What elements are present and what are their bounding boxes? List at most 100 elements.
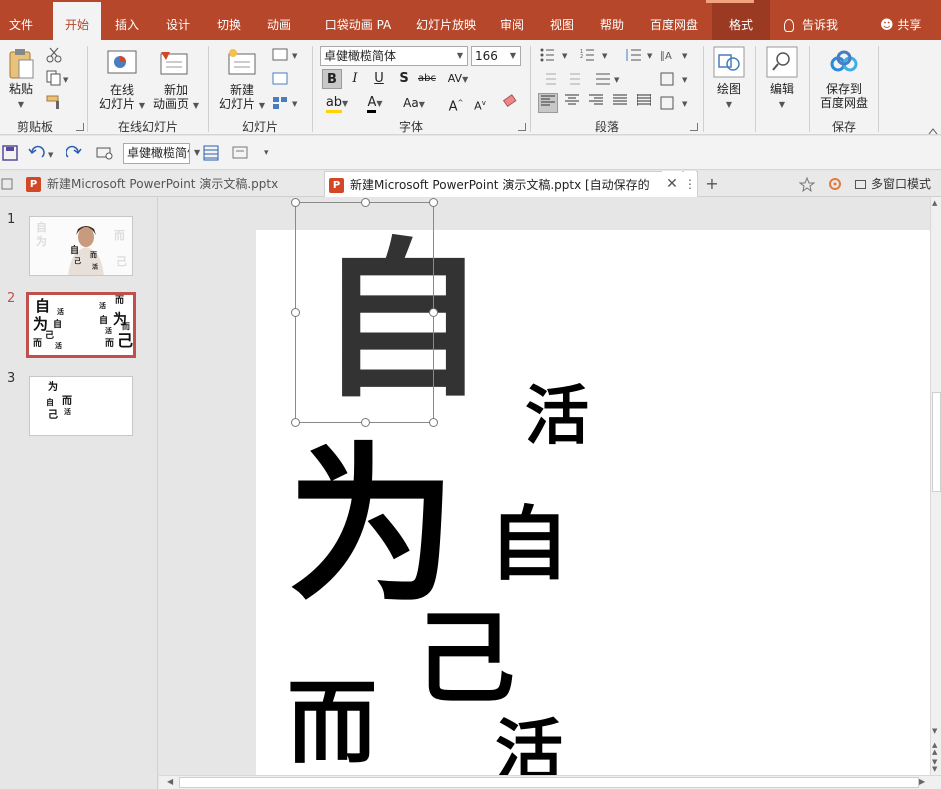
scroll-left-icon[interactable]: ◀ xyxy=(167,777,173,786)
italic-button[interactable]: I xyxy=(345,69,365,89)
font-name-combobox[interactable]: 卓健橄榄简体 ▼ xyxy=(320,46,468,66)
shadow-button[interactable]: S xyxy=(394,69,414,89)
horizontal-scrollbar[interactable]: ◀ ▶ xyxy=(159,775,941,789)
online-slides-button[interactable]: 在线 幻灯片 ▼ xyxy=(94,83,150,113)
resize-handle[interactable] xyxy=(429,198,438,207)
tab-insert[interactable]: 插入 xyxy=(105,0,149,40)
font-size-combobox[interactable]: 166 ▼ xyxy=(471,46,521,66)
scrollbar-thumb[interactable] xyxy=(932,392,941,492)
resize-handle[interactable] xyxy=(291,418,300,427)
new-tab-icon[interactable]: + xyxy=(703,171,721,197)
baidu-cloud-icon[interactable] xyxy=(828,50,860,78)
drawing-icon[interactable] xyxy=(713,46,745,78)
strikethrough-button[interactable]: abc xyxy=(417,69,437,89)
new-animation-page-button[interactable]: 新加 动画页 ▼ xyxy=(148,83,204,113)
resize-handle[interactable] xyxy=(291,308,300,317)
clear-formatting-icon[interactable] xyxy=(500,93,520,113)
editing-button[interactable]: 编辑 ▼ xyxy=(762,82,802,112)
justify-button[interactable] xyxy=(610,93,630,113)
settings-icon[interactable] xyxy=(826,171,844,197)
online-slides-icon[interactable] xyxy=(106,48,138,80)
slide-text-wei[interactable]: 为 xyxy=(287,442,457,612)
align-right-button[interactable] xyxy=(586,93,606,113)
text-direction-icon[interactable]: ∥A ▼ xyxy=(660,48,688,62)
hscrollbar-thumb[interactable] xyxy=(179,777,919,788)
slide-thumbnail-3[interactable]: 为 自 而 己 活 xyxy=(29,376,133,436)
customize-qat-icon[interactable]: ▾ xyxy=(264,145,280,161)
close-tab-icon[interactable]: ✕ xyxy=(662,171,682,197)
next-slide-icon[interactable]: ▼ ▼ xyxy=(932,759,937,773)
scroll-up-icon[interactable]: ▲ xyxy=(932,199,937,207)
doc-tab-1[interactable]: P 新建Microsoft PowerPoint 演示文稿.pptx xyxy=(24,171,322,197)
line-spacing-icon[interactable]: ▼ xyxy=(625,48,653,62)
resize-handle[interactable] xyxy=(361,198,370,207)
tab-help[interactable]: 帮助 xyxy=(590,0,634,40)
align-text-icon[interactable]: ▼ xyxy=(660,72,688,86)
increase-indent-icon[interactable] xyxy=(564,72,580,86)
slide-text-ji[interactable]: 己 xyxy=(415,609,515,709)
underline-button[interactable]: U xyxy=(369,69,389,89)
copy-icon[interactable]: ▼ xyxy=(46,70,69,86)
decrease-font-icon[interactable]: Av xyxy=(470,93,490,113)
align-center-button[interactable] xyxy=(562,93,582,113)
qat-font-combobox[interactable]: 卓健橄榄简体 xyxy=(123,143,190,164)
prev-slide-icon[interactable]: ▲ ▲ xyxy=(932,742,937,756)
tab-pocket-animation[interactable]: 口袋动画 PA xyxy=(310,0,406,40)
scroll-down-icon[interactable]: ▼ xyxy=(932,727,937,735)
tab-animations[interactable]: 动画 xyxy=(257,0,301,40)
tab-transitions[interactable]: 切换 xyxy=(207,0,251,40)
tab-baidu-pan[interactable]: 百度网盘 xyxy=(640,0,708,40)
resize-handle[interactable] xyxy=(429,308,438,317)
char-spacing-button[interactable]: AV▼ xyxy=(444,69,472,89)
search-icon[interactable] xyxy=(766,46,798,78)
slide-text-zi-small[interactable]: 自 xyxy=(489,505,569,585)
collapse-ribbon-icon[interactable] xyxy=(928,124,938,135)
font-launcher-icon[interactable] xyxy=(518,123,526,131)
table-icon[interactable] xyxy=(203,145,219,161)
distributed-button[interactable] xyxy=(634,93,654,113)
slideshow-from-start-icon[interactable] xyxy=(96,145,113,161)
paste-icon[interactable] xyxy=(8,48,34,82)
tab-file[interactable]: 文件 xyxy=(0,0,42,40)
smartart-icon[interactable]: ▼ xyxy=(660,96,688,110)
paragraph-launcher-icon[interactable] xyxy=(690,123,698,131)
new-slide-button[interactable]: 新建 幻灯片 ▼ xyxy=(214,83,270,113)
format-painter-icon[interactable] xyxy=(46,94,62,109)
section-icon[interactable]: ▼ xyxy=(272,96,298,110)
tab-home[interactable]: 开始 xyxy=(53,2,101,40)
new-animation-page-icon[interactable] xyxy=(158,48,190,80)
highlight-icon[interactable]: ab▼ xyxy=(322,93,352,113)
resize-handle[interactable] xyxy=(291,198,300,207)
save-icon[interactable] xyxy=(2,145,18,161)
doc-nav-icon[interactable] xyxy=(0,171,16,197)
tab-format[interactable]: 格式 xyxy=(712,0,770,40)
resize-handle[interactable] xyxy=(361,418,370,427)
numbering-icon[interactable]: 1 2 ▼ xyxy=(580,48,608,62)
drawing-button[interactable]: 绘图 ▼ xyxy=(709,82,749,112)
slide-layout-icon[interactable] xyxy=(232,145,248,161)
decrease-indent-icon[interactable] xyxy=(540,72,556,86)
slide-thumbnail-2[interactable]: 自 活 为 自 己 而 活 而 活 自 为 而 活 而 己 xyxy=(26,292,136,358)
tab-slideshow[interactable]: 幻灯片放映 xyxy=(408,0,484,40)
resize-handle[interactable] xyxy=(429,418,438,427)
selection-box[interactable] xyxy=(291,198,438,427)
columns-icon[interactable]: ▼ xyxy=(596,72,620,86)
clipboard-launcher-icon[interactable] xyxy=(76,123,84,131)
redo-icon[interactable] xyxy=(65,145,82,161)
multi-window-button[interactable]: 多窗口模式 xyxy=(855,171,941,197)
tab-tool-icon[interactable] xyxy=(798,171,816,197)
tab-view[interactable]: 视图 xyxy=(540,0,584,40)
bold-button[interactable]: B xyxy=(322,69,342,89)
undo-icon[interactable]: ▼ xyxy=(28,145,58,161)
tab-menu-icon[interactable]: ⋮ xyxy=(684,171,696,197)
layout-icon[interactable]: ▼ xyxy=(272,48,298,62)
new-slide-icon[interactable] xyxy=(226,48,258,80)
change-case-button[interactable]: Aa▼ xyxy=(398,93,430,113)
increase-font-icon[interactable]: A^ xyxy=(446,93,466,114)
bullets-icon[interactable]: ▼ xyxy=(540,48,568,62)
vertical-scrollbar[interactable]: ▲ ▼ ▲ ▲ ▼ ▼ xyxy=(930,197,941,775)
slide-thumbnail-1[interactable]: 自 为 己 而 自 而 己 活 xyxy=(29,216,133,276)
tab-review[interactable]: 审阅 xyxy=(490,0,534,40)
cut-icon[interactable] xyxy=(46,47,62,63)
save-to-baidu-button[interactable]: 保存到 百度网盘 xyxy=(814,82,874,110)
